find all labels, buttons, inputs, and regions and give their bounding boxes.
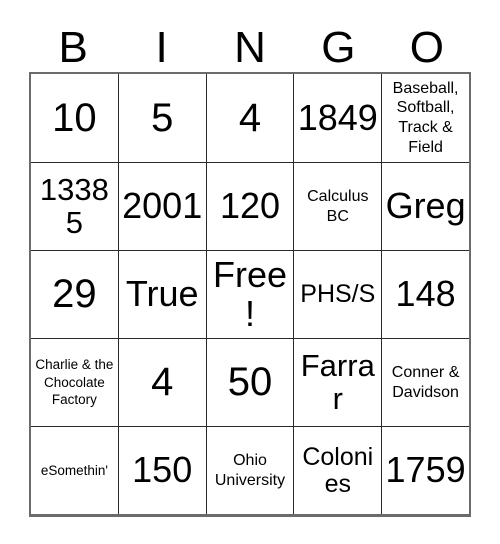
bingo-header-letter-b: B <box>58 23 88 72</box>
bingo-row: Charlie & the Chocolate Factory 4 50 Far… <box>31 338 469 426</box>
bingo-cell-text: Ohio University <box>214 451 286 489</box>
bingo-card: B I N G O 10 5 4 1849 Baseball, Softball… <box>29 14 471 517</box>
bingo-cell[interactable]: Greg <box>381 163 469 250</box>
bingo-cell[interactable]: 150 <box>117 427 206 514</box>
bingo-header-letter-o: O <box>409 23 444 72</box>
bingo-cell-text: 29 <box>52 272 97 317</box>
bingo-header-letter-i: I <box>155 23 168 72</box>
bingo-cell[interactable]: 148 <box>381 251 469 338</box>
bingo-cell-text: 2001 <box>122 185 203 227</box>
bingo-cell-text: Greg <box>385 185 466 227</box>
bingo-cell[interactable]: Farrar <box>293 339 382 426</box>
bingo-row: eSomethin' 150 Ohio University Colonies … <box>31 426 469 514</box>
bingo-cell[interactable]: Ohio University <box>205 427 294 514</box>
bingo-cell[interactable]: True <box>117 251 206 338</box>
bingo-cell[interactable]: Baseball, Softball, Track & Field <box>381 74 469 162</box>
bingo-cell-text: PHS/S <box>300 280 376 309</box>
bingo-cell-text: 150 <box>132 449 193 491</box>
bingo-cell[interactable]: Charlie & the Chocolate Factory <box>31 339 118 426</box>
bingo-cell[interactable]: 120 <box>205 163 294 250</box>
bingo-header-letter-g: G <box>321 23 356 72</box>
bingo-cell-text: Calculus BC <box>307 187 369 225</box>
bingo-cell[interactable]: 4 <box>117 339 206 426</box>
bingo-header-row: B I N G O <box>29 14 471 72</box>
bingo-cell[interactable]: 10 <box>31 74 118 162</box>
bingo-cell[interactable]: PHS/S <box>293 251 382 338</box>
bingo-cell-text: Conner & Davidson <box>391 363 460 401</box>
bingo-row: 29 True Free! PHS/S 148 <box>31 250 469 338</box>
bingo-cell-text: 148 <box>395 273 456 315</box>
bingo-cell[interactable]: eSomethin' <box>31 427 118 514</box>
bingo-cell-text: Charlie & the Chocolate Factory <box>35 356 114 408</box>
bingo-cell[interactable]: 1759 <box>381 427 469 514</box>
bingo-cell[interactable]: Calculus BC <box>293 163 382 250</box>
bingo-cell[interactable]: 1849 <box>293 74 382 162</box>
bingo-cell[interactable]: Colonies <box>293 427 382 514</box>
bingo-cell-free-space[interactable]: Free! <box>205 251 294 338</box>
bingo-cell[interactable]: Conner & Davidson <box>381 339 469 426</box>
bingo-cell-text: 5 <box>151 95 174 140</box>
bingo-cell-text: Colonies <box>302 443 374 498</box>
bingo-row: 13385 2001 120 Calculus BC Greg <box>31 162 469 250</box>
bingo-cell-text: 13385 <box>39 171 109 240</box>
bingo-cell-text: Farrar <box>300 347 375 416</box>
bingo-free-space-text: Free! <box>212 254 287 334</box>
bingo-cell-text: eSomethin' <box>40 462 108 478</box>
bingo-header-letter-n: N <box>234 23 266 72</box>
bingo-cell-text: 1759 <box>385 449 466 491</box>
bingo-cell-text: True <box>125 273 199 315</box>
bingo-cell-text: 120 <box>219 185 281 227</box>
bingo-cell[interactable]: 4 <box>205 74 294 162</box>
bingo-grid: 10 5 4 1849 Baseball, Softball, Track & … <box>29 72 471 517</box>
bingo-cell[interactable]: 29 <box>31 251 118 338</box>
bingo-cell-text: 4 <box>151 360 174 405</box>
bingo-row: 10 5 4 1849 Baseball, Softball, Track & … <box>31 74 469 162</box>
bingo-cell-text: 50 <box>227 360 273 405</box>
bingo-cell-text: 4 <box>238 95 262 140</box>
bingo-cell[interactable]: 50 <box>205 339 294 426</box>
bingo-cell[interactable]: 13385 <box>31 163 118 250</box>
bingo-cell[interactable]: 2001 <box>117 163 206 250</box>
bingo-cell-text: 1849 <box>297 96 378 138</box>
bingo-cell-text: Baseball, Softball, Track & Field <box>392 79 459 156</box>
bingo-cell-text: 10 <box>52 95 97 140</box>
bingo-cell[interactable]: 5 <box>117 74 206 162</box>
